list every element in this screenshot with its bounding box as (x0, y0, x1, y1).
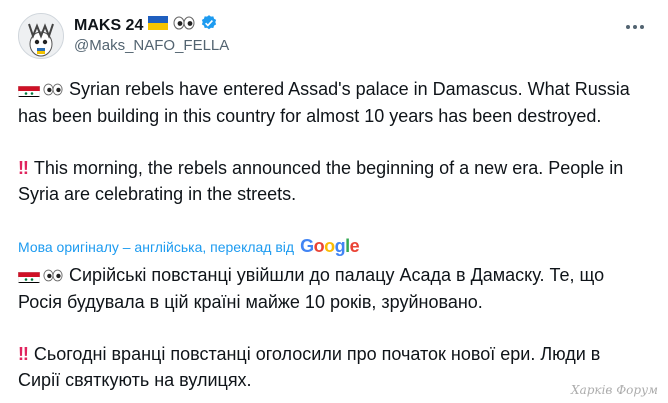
google-logo: Google (300, 236, 360, 256)
translated-text: Сирійські повстанці увійшли до палацу Ас… (18, 262, 646, 393)
double-exclamation-icon: ‼ (18, 158, 29, 178)
tweet-text: Syrian rebels have entered Assad's palac… (18, 76, 646, 207)
double-exclamation-icon: ‼ (18, 344, 29, 364)
eyes-icon (43, 77, 63, 103)
forum-watermark: Харків Форум (571, 383, 658, 397)
more-dot-icon (640, 25, 644, 29)
eyes-icon (173, 16, 195, 35)
tweet-paragraph-1: Syrian rebels have entered Assad's palac… (18, 76, 646, 129)
translation-attribution[interactable]: Мова оригіналу – англійська, переклад ві… (18, 236, 360, 257)
author-name-row: MAKS 24 (74, 14, 218, 37)
translation-note: Мова оригіналу – англійська, переклад ві… (18, 238, 295, 255)
author-display-name[interactable]: MAKS 24 (74, 17, 143, 35)
avatar[interactable] (18, 13, 64, 59)
verified-badge-icon[interactable] (200, 14, 218, 37)
more-dot-icon (626, 25, 630, 29)
tweet-paragraph-1-text: Syrian rebels have entered Assad's palac… (18, 79, 630, 126)
translated-paragraph-1: Сирійські повстанці увійшли до палацу Ас… (18, 262, 646, 315)
ukraine-flag-icon (148, 16, 169, 35)
tweet-paragraph-2-text: This morning, the rebels announced the b… (18, 158, 624, 204)
syria-flag-icon (18, 268, 40, 283)
translated-paragraph-2-text: Сьогодні вранці повстанці оголосили про … (18, 344, 601, 390)
tweet-paragraph-2: ‼ This morning, the rebels announced the … (18, 155, 646, 207)
translated-paragraph-2: ‼ Сьогодні вранці повстанці оголосили про… (18, 341, 646, 393)
more-dot-icon (633, 25, 637, 29)
more-options-button[interactable] (622, 16, 648, 38)
translated-paragraph-1-text: Сирійські повстанці увійшли до палацу Ас… (18, 265, 605, 312)
eyes-icon (43, 263, 63, 289)
author-handle[interactable]: @Maks_NAFO_FELLA (74, 37, 229, 54)
syria-flag-icon (18, 82, 40, 97)
tweet-header: MAKS 24 @Maks_NAFO_FELLA (18, 10, 650, 62)
